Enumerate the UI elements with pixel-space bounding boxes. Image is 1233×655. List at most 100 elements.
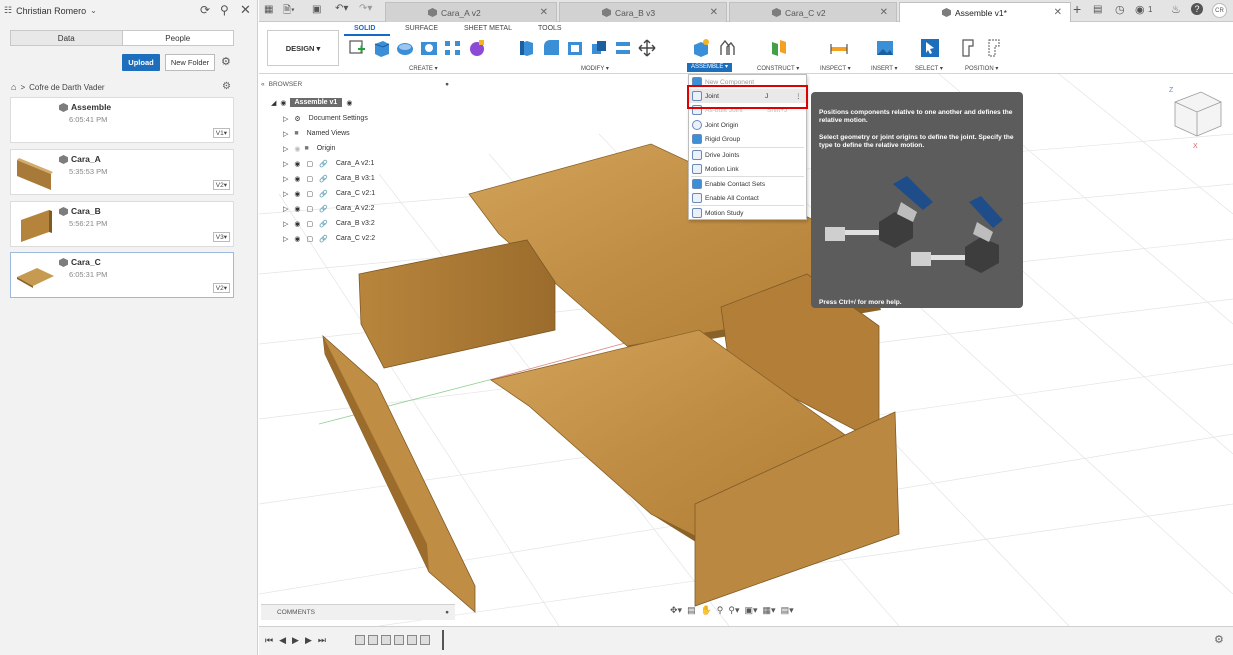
pin-icon[interactable]: ● — [445, 609, 449, 616]
tab-assemble[interactable]: Assemble v1* ✕ — [899, 2, 1071, 22]
timeline-feature-icon[interactable] — [407, 635, 417, 645]
comments-bar[interactable]: COMMENTS ● — [261, 604, 455, 620]
browser-item-origin[interactable]: ▷ ◉ ■ Origin — [283, 141, 335, 156]
menu-item-enable-contact-sets[interactable]: Enable Contact Sets — [689, 177, 806, 191]
press-pull-icon[interactable] — [517, 38, 537, 58]
bell-icon[interactable]: ♨ — [1171, 3, 1181, 16]
gear-icon[interactable]: ⚙ — [221, 55, 231, 68]
tab-tools[interactable]: TOOLS — [538, 25, 562, 32]
joint-icon[interactable] — [717, 38, 737, 58]
new-component-icon[interactable] — [691, 38, 711, 58]
browser-item-component[interactable]: ▷ ◉ ▢ 🔗 Cara_A v2:1 — [283, 156, 374, 171]
eye-icon[interactable]: ◉ — [294, 175, 300, 183]
play-icon[interactable]: ▶ — [292, 635, 299, 646]
create-menu[interactable]: CREATE ▾ — [409, 65, 438, 72]
expand-triangle-icon[interactable]: ◢ — [271, 99, 276, 107]
step-back-icon[interactable]: ◀ — [279, 635, 286, 646]
eye-icon[interactable]: ◉ — [294, 160, 300, 168]
timeline-feature-icon[interactable] — [368, 635, 378, 645]
revert-position-icon[interactable] — [987, 38, 1007, 58]
browser-item-named-views[interactable]: ▷ ■ Named Views — [283, 126, 350, 141]
menu-item-joint-origin[interactable]: Joint Origin — [689, 118, 806, 132]
tab-people[interactable]: People — [123, 31, 234, 45]
fillet-icon[interactable] — [541, 38, 561, 58]
user-menu[interactable]: ☷ Christian Romero ⌄ — [4, 5, 97, 16]
version-badge[interactable]: V1▾ — [212, 128, 230, 138]
close-panel-icon[interactable]: ✕ — [240, 2, 251, 18]
pin-icon[interactable]: ● — [445, 81, 449, 88]
browser-item-component[interactable]: ▷ ◉ ▢ 🔗 Cara_B v3:2 — [283, 216, 375, 231]
expand-icon[interactable]: ▷ — [283, 235, 288, 243]
hole-icon[interactable] — [419, 38, 439, 58]
close-icon[interactable]: ✕ — [1054, 7, 1062, 18]
revolve-icon[interactable] — [395, 38, 415, 58]
version-badge[interactable]: V2▾ — [212, 180, 230, 190]
assemble-menu[interactable]: ASSEMBLE ▾ — [687, 63, 733, 72]
go-to-start-icon[interactable]: ⏮ — [265, 635, 273, 646]
eye-icon[interactable]: ◉ — [280, 99, 286, 107]
view-cube[interactable]: Z X — [1169, 87, 1222, 150]
tab-solid[interactable]: SOLID — [354, 25, 375, 32]
avatar[interactable]: CR — [1212, 3, 1227, 18]
create-form-icon[interactable] — [467, 38, 487, 58]
help-icon[interactable]: ? — [1191, 3, 1203, 15]
version-badge[interactable]: V2▾ — [212, 283, 230, 293]
tab-cara-a[interactable]: Cara_A v2 ✕ — [385, 2, 557, 22]
upload-button[interactable]: Upload — [122, 54, 160, 71]
menu-item-enable-all-contact[interactable]: Enable All Contact — [689, 191, 806, 205]
tab-sheet-metal[interactable]: SHEET METAL — [464, 25, 512, 32]
expand-icon[interactable]: ▷ — [283, 175, 288, 183]
look-at-icon[interactable]: ▤ — [687, 605, 696, 619]
file-menu-icon[interactable]: 🗎▾ — [283, 3, 295, 20]
eye-hidden-icon[interactable]: ◉ — [294, 145, 300, 153]
display-settings-icon[interactable]: ▣▾ — [745, 605, 758, 619]
browser-item-component[interactable]: ▷ ◉ ▢ 🔗 Cara_C v2:1 — [283, 186, 375, 201]
search-icon[interactable]: ⚲ — [220, 3, 229, 17]
file-card-cara-c[interactable]: Cara_C 6:05:31 PM V2▾ — [10, 252, 234, 298]
collapse-icon[interactable]: « — [261, 81, 265, 88]
new-tab-icon[interactable]: + — [1073, 1, 1081, 17]
workspace-switcher[interactable]: DESIGN ▾ — [267, 30, 339, 66]
create-sketch-icon[interactable] — [347, 38, 367, 58]
close-icon[interactable]: ✕ — [710, 7, 718, 18]
zoom-icon[interactable]: ⚲ — [717, 605, 724, 619]
move-icon[interactable] — [637, 38, 657, 58]
step-forward-icon[interactable]: ▶ — [305, 635, 312, 646]
eye-icon[interactable]: ◉ — [294, 190, 300, 198]
expand-icon[interactable]: ▷ — [283, 130, 288, 138]
pan-icon[interactable]: ✋ — [701, 605, 712, 619]
browser-item-component[interactable]: ▷ ◉ ▢ 🔗 Cara_A v2:2 — [283, 201, 374, 216]
viewports-icon[interactable]: ▤▾ — [781, 605, 794, 619]
expand-icon[interactable]: ▷ — [283, 190, 288, 198]
menu-item-rigid-group[interactable]: Rigid Group — [689, 132, 806, 146]
insert-menu[interactable]: INSERT ▾ — [871, 65, 897, 72]
file-card-cara-b[interactable]: Cara_B 5:56:21 PM V3▾ — [10, 201, 234, 247]
tab-cara-b[interactable]: Cara_B v3 ✕ — [559, 2, 727, 22]
fit-icon[interactable]: ⚲▾ — [728, 605, 739, 619]
refresh-icon[interactable]: ⟳ — [200, 3, 210, 17]
job-status-icon[interactable]: ◉ — [1135, 3, 1145, 16]
menu-item-motion-link[interactable]: Motion Link — [689, 162, 806, 176]
combine-icon[interactable] — [589, 38, 609, 58]
file-card-cara-a[interactable]: Cara_A 5:35:53 PM V2▾ — [10, 149, 234, 195]
browser-root[interactable]: ◢ ◉ Assemble v1 ◉ — [271, 95, 352, 110]
clock-icon[interactable]: ◷ — [1115, 3, 1125, 16]
close-icon[interactable]: ✕ — [880, 7, 888, 18]
construct-menu[interactable]: CONSTRUCT ▾ — [757, 65, 799, 72]
select-icon[interactable] — [920, 38, 940, 58]
shell-icon[interactable] — [565, 38, 585, 58]
expand-icon[interactable]: ▷ — [283, 205, 288, 213]
file-card-assemble[interactable]: Assemble 6:05:41 PM V1▾ — [10, 97, 234, 143]
insert-image-icon[interactable] — [875, 38, 895, 58]
capture-position-icon[interactable] — [961, 38, 981, 58]
browser-item-component[interactable]: ▷ ◉ ▢ 🔗 Cara_B v3:1 — [283, 171, 375, 186]
select-menu[interactable]: SELECT ▾ — [915, 65, 943, 72]
timeline-settings-icon[interactable]: ⚙ — [1214, 633, 1224, 646]
save-icon[interactable]: ▣ — [312, 4, 321, 15]
inspect-menu[interactable]: INSPECT ▾ — [820, 65, 851, 72]
menu-item-motion-study[interactable]: Motion Study — [689, 206, 806, 220]
eye-icon[interactable]: ◉ — [294, 205, 300, 213]
timeline-marker[interactable] — [442, 630, 444, 650]
measure-icon[interactable] — [829, 38, 849, 58]
menu-item-drive-joints[interactable]: Drive Joints — [689, 148, 806, 162]
